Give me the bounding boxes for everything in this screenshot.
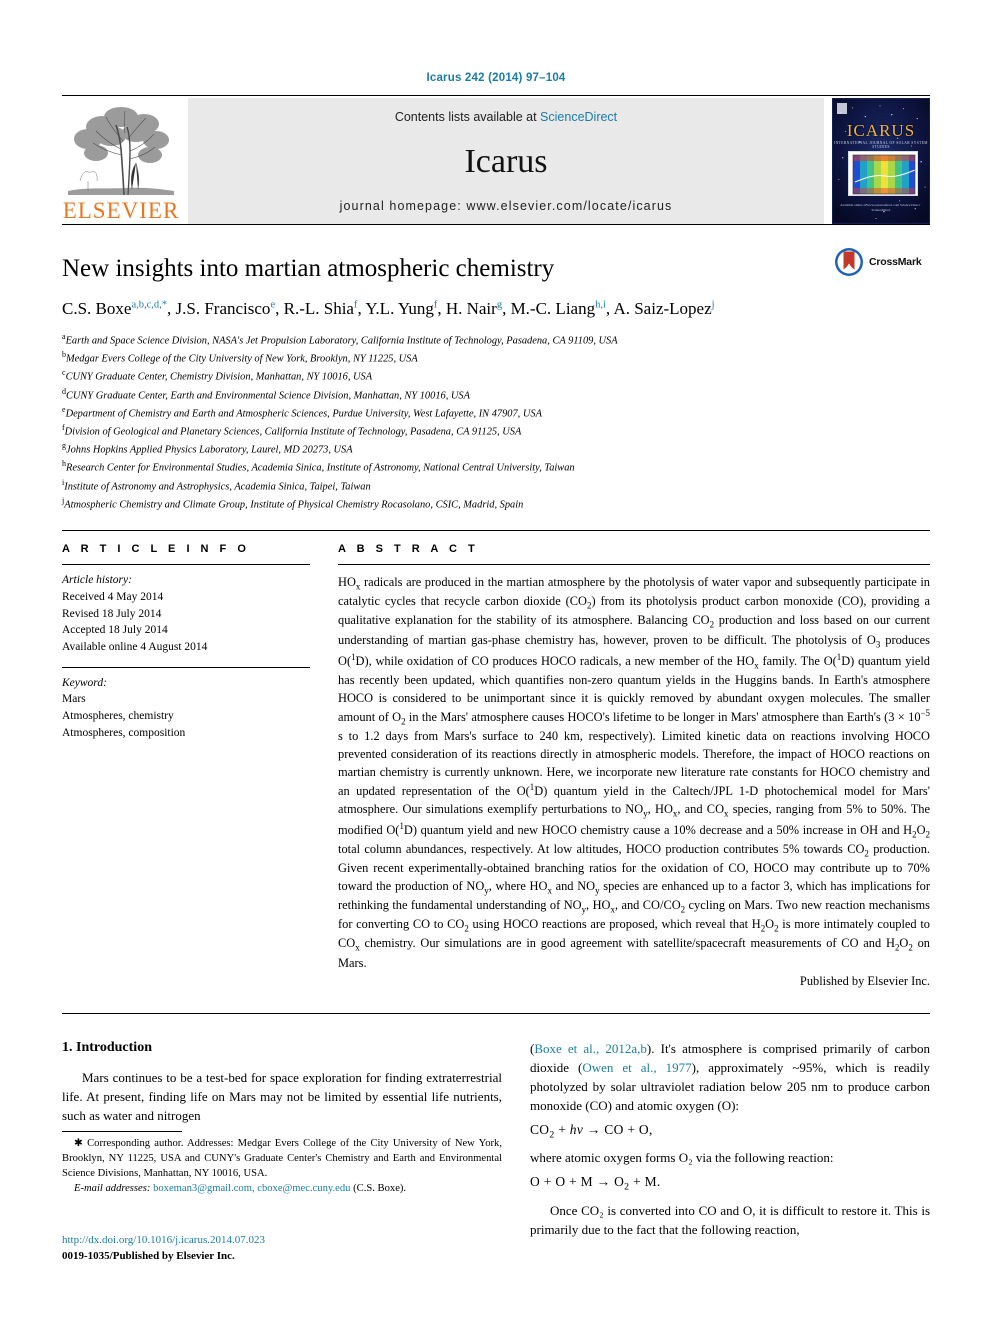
page-title: New insights into martian atmospheric ch… bbox=[62, 255, 555, 282]
affiliation-h: hResearch Center for Environmental Studi… bbox=[62, 459, 575, 474]
history-accepted: Accepted 18 July 2014 bbox=[62, 624, 168, 637]
author-2: R.-L. Shiaf bbox=[283, 298, 358, 318]
journal-cover-thumbnail: ICARUS INTERNATIONAL JOURNAL OF SOLAR SY… bbox=[832, 98, 930, 224]
affiliation-f: fDivision of Geological and Planetary Sc… bbox=[62, 423, 522, 438]
journal-homepage[interactable]: journal homepage: www.elsevier.com/locat… bbox=[340, 199, 673, 213]
author-3-affil-marker: f bbox=[433, 299, 438, 311]
intro-after-eq1: where atomic oxygen forms O₂ via the fol… bbox=[530, 1150, 834, 1166]
author-5-affil-marker: h,i bbox=[595, 299, 606, 311]
author-5: M.-C. Liangh,i bbox=[510, 298, 606, 318]
info-abstract-row: A R T I C L E I N F O Article history: R… bbox=[62, 531, 930, 989]
affiliation-g: gJohns Hopkins Applied Physics Laborator… bbox=[62, 441, 353, 456]
contents-available-line: Contents lists available at ScienceDirec… bbox=[395, 110, 617, 124]
affiliation-d: dCUNY Graduate Center, Earth and Environ… bbox=[62, 386, 470, 402]
elsevier-wordmark: ELSEVIER bbox=[62, 198, 180, 223]
introduction-heading: 1. Introduction bbox=[62, 1040, 152, 1056]
affiliation-list: aEarth and Space Science Division, NASA'… bbox=[62, 331, 930, 513]
footnote-rule bbox=[62, 1131, 182, 1132]
email-note: E-mail addresses: boxeman3@gmail.com, cb… bbox=[62, 1181, 502, 1196]
running-head: Icarus 242 (2014) 97–104 bbox=[426, 72, 566, 84]
journal-masthead: ELSEVIER Contents lists available at Sci… bbox=[62, 98, 930, 224]
keyword-2: Atmospheres, composition bbox=[62, 726, 186, 739]
footnote-block: ✱ Corresponding author. Addresses: Medga… bbox=[62, 1131, 502, 1196]
author-list: C.S. Boxea,b,c,d,*, J.S. Franciscoe, R.-… bbox=[62, 298, 715, 318]
article-info-column: A R T I C L E I N F O Article history: R… bbox=[62, 543, 310, 989]
article-history-group: Article history: Received 4 May 2014 Rev… bbox=[62, 565, 310, 655]
cover-caption: Available online at www.sciencedirect.co… bbox=[840, 202, 922, 212]
author-0-affil-marker: a,b,c,d,* bbox=[131, 299, 168, 311]
cover-title: ICARUS bbox=[846, 121, 916, 140]
author-3: Y.L. Yungf bbox=[365, 298, 438, 318]
elsevier-tree-icon bbox=[66, 103, 176, 199]
affiliation-c: cCUNY Graduate Center, Chemistry Divisio… bbox=[62, 368, 373, 383]
masthead-center-band: Contents lists available at ScienceDirec… bbox=[188, 98, 824, 224]
author-4-affil-marker: g bbox=[496, 299, 503, 311]
equation-1: CO2 + hν → CO + O, bbox=[530, 1121, 653, 1141]
article-info-heading: A R T I C L E I N F O bbox=[62, 543, 250, 556]
introduction-paragraph-left: Mars continues to be a test-bed for spac… bbox=[62, 1070, 502, 1123]
cover-heatmap-figure bbox=[848, 151, 918, 196]
abstract-column: A B S T R A C T HOx radicals are produce… bbox=[338, 543, 930, 989]
keyword-group: Keyword: Mars Atmospheres, chemistry Atm… bbox=[62, 668, 310, 742]
sciencedirect-link[interactable]: ScienceDirect bbox=[540, 110, 617, 124]
body-columns: 1. Introduction Mars continues to be a t… bbox=[62, 1014, 930, 1243]
issn-line: 0019-1035/Published by Elsevier Inc. bbox=[62, 1249, 235, 1262]
affiliation-e: eDepartment of Chemistry and Earth and A… bbox=[62, 404, 542, 420]
author-0: C.S. Boxea,b,c,d,* bbox=[62, 298, 168, 318]
crossmark-label: CrossMark bbox=[869, 256, 922, 268]
author-1: J.S. Franciscoe bbox=[175, 298, 276, 318]
elsevier-logo: ELSEVIER bbox=[62, 98, 180, 224]
journal-title: Icarus bbox=[464, 142, 548, 180]
author-6-affil-marker: j bbox=[711, 299, 715, 311]
affiliation-b: bMedgar Evers College of the City Univer… bbox=[62, 350, 418, 365]
citation-boxe[interactable]: Boxe et al., 2012a,b bbox=[534, 1041, 647, 1056]
cover-elsevier-mark bbox=[837, 103, 847, 114]
crossmark-badge[interactable]: CrossMark bbox=[834, 245, 930, 279]
abstract-heading: A B S T R A C T bbox=[338, 543, 479, 556]
keyword-1: Atmospheres, chemistry bbox=[62, 709, 174, 722]
equation-2: O + O + M → O2 + M. bbox=[530, 1174, 661, 1193]
intro-final-paragraph: Once CO₂ is converted into CO and O, it … bbox=[530, 1202, 930, 1237]
citation-owen[interactable]: Owen et al., 1977 bbox=[582, 1060, 691, 1075]
paper-page: Icarus 242 (2014) 97–104 ELSEVIER Conten… bbox=[0, 0, 992, 1323]
affiliation-j: jAtmospheric Chemistry and Climate Group… bbox=[62, 495, 524, 511]
abstract-text: HOx radicals are produced in the martian… bbox=[338, 575, 931, 970]
keyword-0: Mars bbox=[62, 693, 86, 706]
history-revised: Revised 18 July 2014 bbox=[62, 607, 162, 620]
masthead-top-rule bbox=[62, 95, 930, 96]
contents-prefix: Contents lists available at bbox=[394, 110, 541, 124]
doi-link[interactable]: http://dx.doi.org/10.1016/j.icarus.2014.… bbox=[62, 1233, 502, 1249]
article-history-label: Article history: bbox=[62, 574, 132, 587]
abstract-publisher-line: Published by Elsevier Inc. bbox=[799, 974, 930, 989]
author-4: H. Nairg bbox=[445, 298, 503, 318]
email-addresses[interactable]: boxeman3@gmail.com, cboxe@mec.cuny.edu bbox=[153, 1183, 350, 1194]
email-label: E-mail addresses: bbox=[74, 1183, 151, 1195]
history-received: Received 4 May 2014 bbox=[62, 590, 164, 603]
affiliation-i: iInstitute of Astronomy and Astrophysics… bbox=[62, 477, 371, 493]
cover-subtitle: INTERNATIONAL JOURNAL OF SOLAR SYSTEM ST… bbox=[834, 141, 928, 149]
doi-block: http://dx.doi.org/10.1016/j.icarus.2014.… bbox=[62, 1233, 502, 1265]
body-right-column: (Boxe et al., 2012a,b). It's atmosphere … bbox=[530, 1040, 930, 1243]
email-owner: (C.S. Boxe). bbox=[353, 1183, 407, 1195]
title-block: CrossMark New insights into martian atmo… bbox=[62, 225, 930, 513]
crossmark-icon bbox=[835, 248, 863, 276]
corresponding-author-note: ✱ Corresponding author. Addresses: Medga… bbox=[62, 1138, 502, 1180]
introduction-paragraph-right: (Boxe et al., 2012a,b). It's atmosphere … bbox=[530, 1041, 930, 1113]
author-6: A. Saiz-Lopezj bbox=[613, 298, 715, 318]
author-1-affil-marker: e bbox=[270, 299, 276, 311]
affiliation-a: aEarth and Space Science Division, NASA'… bbox=[62, 331, 618, 347]
author-2-affil-marker: f bbox=[353, 299, 358, 311]
keyword-label: Keyword: bbox=[62, 676, 107, 689]
history-online: Available online 4 August 2014 bbox=[62, 640, 208, 653]
